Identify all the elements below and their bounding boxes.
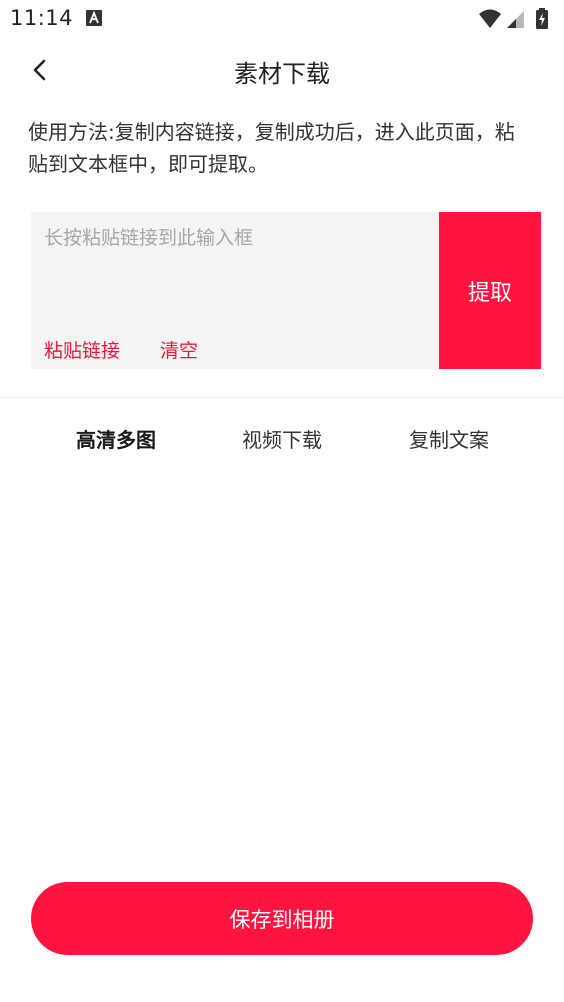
usage-instructions: 使用方法:复制内容链接，复制成功后，进入此页面，粘 贴到文本框中，即可提取。	[28, 120, 515, 176]
clear-button[interactable]: 清空	[160, 336, 198, 363]
header: 素材下载	[0, 38, 564, 104]
a-notification-icon	[86, 10, 102, 26]
tab-hd-images[interactable]: 高清多图	[22, 424, 210, 453]
battery-charging-icon	[536, 8, 548, 29]
save-to-album-button[interactable]: 保存到相册	[31, 882, 533, 955]
divider	[0, 397, 564, 398]
tab-copy-text[interactable]: 复制文案	[355, 424, 543, 453]
status-icons	[478, 7, 554, 31]
extract-button[interactable]: 提取	[439, 212, 541, 369]
tab-video-download[interactable]: 视频下载	[188, 424, 376, 453]
link-input[interactable]	[31, 212, 439, 322]
signal-icon	[507, 11, 524, 28]
paste-link-button[interactable]: 粘贴链接	[44, 336, 120, 363]
status-time: 11:14	[10, 6, 74, 30]
status-bar: 11:14	[0, 0, 564, 38]
link-input-box: 粘贴链接 清空	[31, 212, 439, 369]
wifi-icon	[479, 9, 501, 28]
page-title: 素材下载	[234, 60, 330, 88]
